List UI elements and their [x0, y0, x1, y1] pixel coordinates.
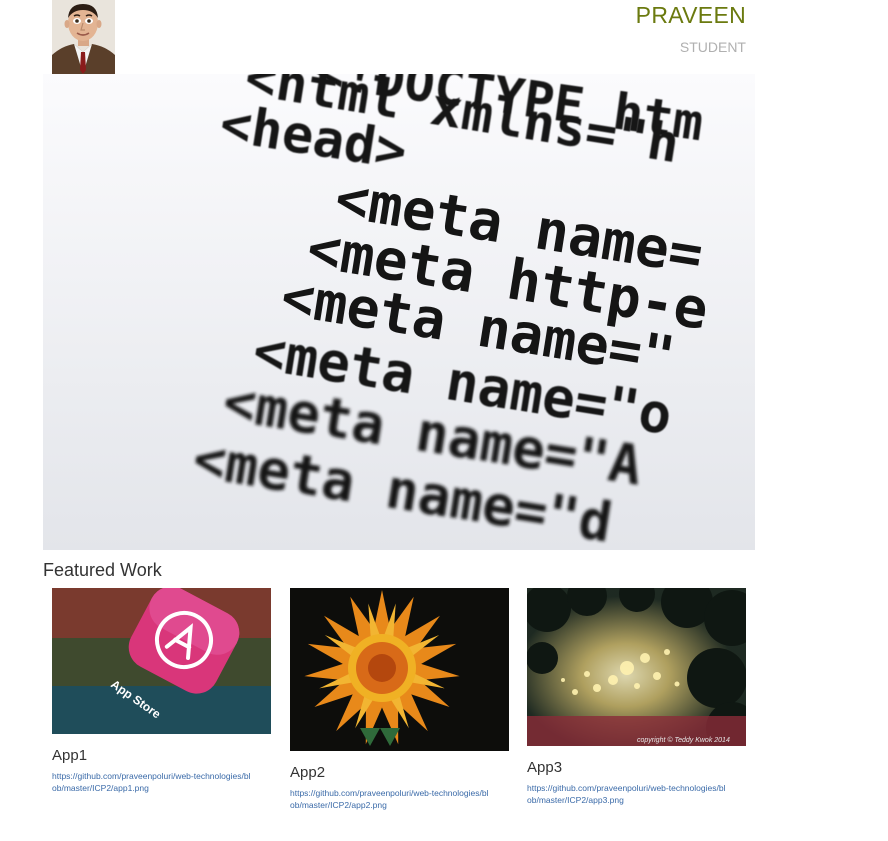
flower-icon[interactable]: [290, 588, 509, 751]
code-closeup-image: <!DOCTYPE htm <html xmlns="h <head> <met…: [43, 74, 755, 550]
featured-work-heading: Featured Work: [43, 560, 162, 580]
featured-item-app3: copyright © Teddy Kwok 2014 App3 https:/…: [527, 588, 746, 806]
hero-image: <!DOCTYPE htm <html xmlns="h <head> <met…: [43, 74, 755, 550]
profile-role: STUDENT: [679, 39, 746, 55]
person-portrait-icon: [52, 0, 115, 74]
app-store-icon[interactable]: App Store: [52, 588, 271, 734]
bokeh-lights-icon[interactable]: copyright © Teddy Kwok 2014: [527, 588, 746, 746]
avatar: [52, 0, 115, 74]
photo-watermark: copyright © Teddy Kwok 2014: [637, 736, 730, 744]
featured-item-link[interactable]: https://github.com/praveenpoluri/web-tec…: [527, 782, 727, 806]
featured-item-app1: App Store App1 https://github.com/pravee…: [52, 588, 271, 794]
profile-name: PRAVEEN: [635, 2, 746, 28]
featured-item-app2: App2 https://github.com/praveenpoluri/we…: [290, 588, 509, 811]
featured-item-link[interactable]: https://github.com/praveenpoluri/web-tec…: [52, 770, 252, 794]
featured-item-title: App3: [527, 759, 563, 776]
featured-item-link[interactable]: https://github.com/praveenpoluri/web-tec…: [290, 787, 490, 811]
featured-item-title: App1: [52, 747, 88, 764]
featured-item-title: App2: [290, 764, 326, 781]
